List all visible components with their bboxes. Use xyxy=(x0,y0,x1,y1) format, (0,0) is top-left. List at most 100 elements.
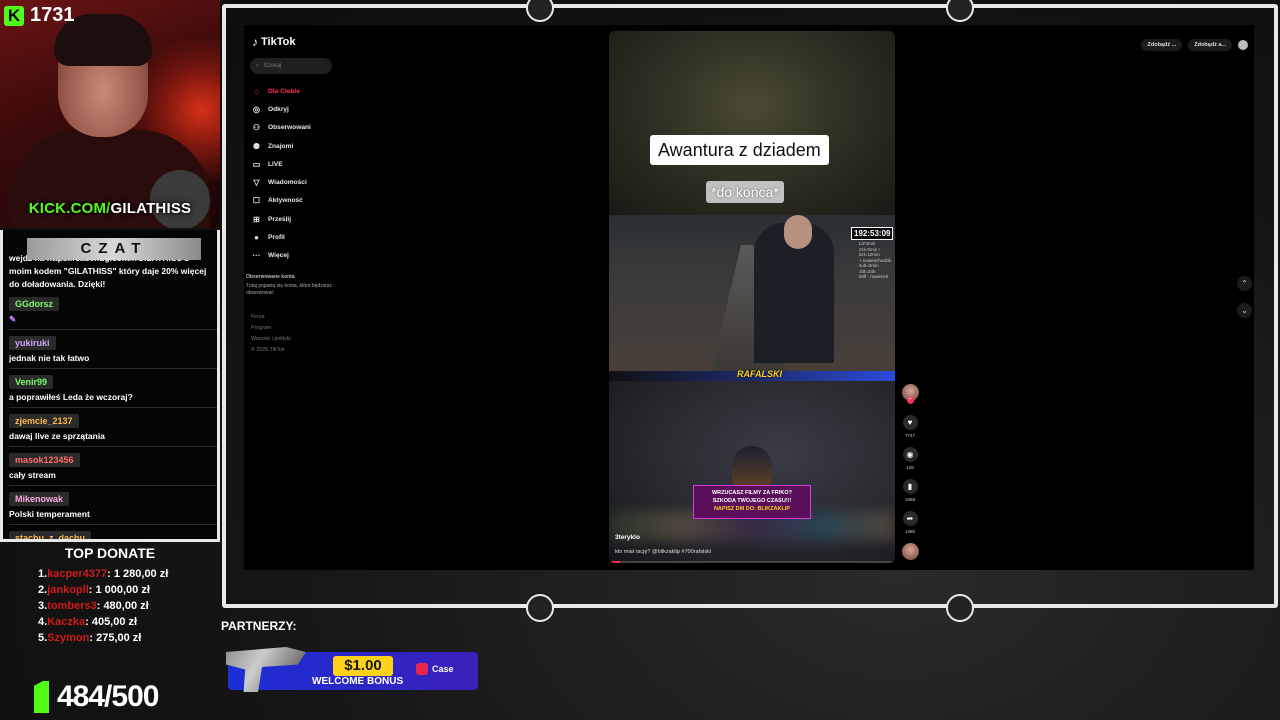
sound-disc-icon[interactable] xyxy=(901,543,919,560)
top-donate-list: 1.kacper4377: 1 280,00 zł 2.jankopll: 1 0… xyxy=(0,566,220,646)
chat-username[interactable]: stachu_z_dachu xyxy=(9,531,92,539)
share-icon: ➦ xyxy=(906,514,914,523)
sidebar-item-compass[interactable]: ◎ Odkryj xyxy=(252,100,311,118)
like-button[interactable]: ♥ xyxy=(902,415,918,430)
partners-label: PARTNERZY: xyxy=(221,619,297,633)
sidebar-item-label: Aktywność xyxy=(268,197,303,205)
chat-message-text: cały stream xyxy=(9,470,56,480)
chat-username[interactable]: zjemcie_2137 xyxy=(9,414,79,428)
donate-entry: 4.Kaczka: 405,00 zł xyxy=(38,614,220,630)
video-progress-fill xyxy=(609,561,621,563)
chevron-down-icon: ⌄ xyxy=(1241,306,1248,315)
casehug-logo-icon xyxy=(416,663,428,675)
get-coins-button[interactable]: Zdobądź ... xyxy=(1141,39,1183,51)
donate-amount: : 1 000,00 zł xyxy=(88,584,150,596)
next-video-button[interactable]: ⌄ xyxy=(1237,303,1252,318)
video-caption: kto miał rację? @blikzaklip #700rafalski xyxy=(615,549,712,555)
kick-follow-icon xyxy=(34,681,49,713)
video-man-head xyxy=(784,215,812,249)
sidebar-item-messages[interactable]: ▽ Wiadomości xyxy=(252,173,311,191)
upload-icon: ⊞ xyxy=(253,214,260,224)
followed-accounts-text: Tutaj pojawią się konta, które będziesz … xyxy=(246,283,332,296)
previous-video-button[interactable]: ⌃ xyxy=(1237,276,1252,291)
save-button[interactable]: ▮ xyxy=(902,479,918,494)
like-count: 7747 xyxy=(904,433,915,438)
sidebar-item-friends[interactable]: ⚉ Znajomi xyxy=(252,137,311,155)
sidebar-item-upload[interactable]: ⊞ Prześlij xyxy=(252,210,311,228)
tiktok-top-actions: Zdobądź ... Zdobądź a... xyxy=(1141,39,1248,51)
sidebar-item-label: Odkryj xyxy=(268,105,289,113)
followed-accounts-heading: Obserwowane konta xyxy=(246,274,295,280)
sidebar-item-label: Więcej xyxy=(268,252,289,260)
chat-username[interactable]: Mikenowak xyxy=(9,492,70,506)
video-subtitle: *do końca* xyxy=(706,181,784,203)
chat-message-text: a poprawiłeś Leda że wczoraj? xyxy=(9,392,133,402)
video-title: Awantura z dziadem xyxy=(650,135,829,165)
chat-username[interactable]: GGdorsz xyxy=(9,297,60,311)
sidebar-item-activity[interactable]: ☐ Aktywność xyxy=(252,192,311,210)
chat-message-text: dawaj live ze sprzątania xyxy=(9,431,105,441)
donate-rank: 3. xyxy=(38,600,48,612)
tiktok-browser-window: ♪ TikTok ⌕ Szukaj ⌂ Dla Ciebie ◎ Odkryj ⚇ Obs… xyxy=(244,25,1254,570)
chat-message: zjemcie_2137dawaj live ze sprzątania xyxy=(3,414,217,447)
donate-entry: 2.jankopll: 1 000,00 zł xyxy=(38,582,220,598)
sidebar-item-more[interactable]: ··· Więcej xyxy=(252,247,311,265)
sidebar-item-user-follow[interactable]: ⚇ Obserwowani xyxy=(252,119,311,137)
activity-icon: ☐ xyxy=(252,196,261,206)
sidebar-item-label: Profil xyxy=(268,234,285,242)
chat-message: stachu_z_dachuno tak xyxy=(3,531,217,539)
top-donate-panel: TOP DONATE 1.kacper4377: 1 280,00 zł 2.ja… xyxy=(0,545,220,646)
sidebar-item-label: Znajomi xyxy=(268,142,294,150)
tiktok-footer: Firma Program Warunki i polityki © 2026 Tik… xyxy=(251,312,291,356)
tiktok-sidebar-nav: ⌂ Dla Ciebie ◎ Odkryj ⚇ Obserwowani ⚉ Znajomi ▭ L… xyxy=(252,82,311,265)
tiktok-logo[interactable]: ♪ TikTok xyxy=(252,35,295,49)
profile-icon: ● xyxy=(254,233,259,243)
chat-message-text: Polski temperament xyxy=(9,509,90,519)
chat-username[interactable]: masok123456 xyxy=(9,453,80,467)
frame-logo-icon xyxy=(526,594,554,622)
viewer-counter: K 1731 xyxy=(4,4,75,27)
tiktok-note-icon: ♪ xyxy=(252,35,258,49)
creator-avatar[interactable]: + xyxy=(901,384,919,404)
home-icon: ⌂ xyxy=(254,86,259,96)
chat-message: yukiruki jednak nie tak łatwo xyxy=(3,336,217,369)
footer-link[interactable]: Warunki i polityki xyxy=(251,334,291,345)
sidebar-item-profile[interactable]: ● Profil xyxy=(252,228,311,246)
chat-message: Mikenowak Polski temperament xyxy=(3,492,217,525)
chat-username[interactable]: yukiruki xyxy=(9,336,56,350)
video-progress-bar[interactable] xyxy=(609,561,895,563)
footer-link[interactable]: Firma xyxy=(251,312,291,323)
chat-divider xyxy=(9,329,217,330)
video-player[interactable]: Awantura z dziadem *do końca* 192:53:09 … xyxy=(609,31,895,563)
compass-icon: ◎ xyxy=(253,104,260,114)
sidebar-item-label: Obserwowani xyxy=(268,124,311,132)
comment-button[interactable]: ◉ xyxy=(902,447,918,462)
share-button[interactable]: ➦ xyxy=(902,511,918,526)
get-app-button[interactable]: Zdobądź a... xyxy=(1188,39,1232,51)
sidebar-item-label: LIVE xyxy=(268,160,283,168)
chat-username[interactable]: Venir99 xyxy=(9,375,54,389)
chat-messages: wejdź na https://casehug.com/r/GILATHISS… xyxy=(3,252,217,539)
chat-message: GGdorsz ✎ xyxy=(3,297,217,330)
share-count: 1385 xyxy=(904,529,915,534)
follow-plus-icon[interactable]: + xyxy=(906,397,914,404)
followed-accounts-section: Obserwowane konta Tutaj pojawią się kont… xyxy=(246,274,336,297)
sidebar-item-home[interactable]: ⌂ Dla Ciebie xyxy=(252,82,311,100)
sidebar-item-label: Dla Ciebie xyxy=(268,87,300,95)
footer-link[interactable]: Program xyxy=(251,323,291,334)
user-avatar[interactable] xyxy=(1238,40,1248,50)
chat-message-list: GGdorsz ✎ yukiruki jednak nie tak łatwo Veni… xyxy=(3,297,217,539)
partner-brand: Case xyxy=(416,663,454,675)
chat-panel: CZAT wejdź na https://casehug.com/r/GILA… xyxy=(0,230,220,542)
user-follow-icon: ⚇ xyxy=(252,123,261,133)
sidebar-item-label: Wiadomości xyxy=(268,179,307,187)
search-input[interactable]: ⌕ Szukaj xyxy=(250,58,332,74)
comment-icon: ◉ xyxy=(906,450,914,459)
donate-amount: : 405,00 zł xyxy=(85,616,138,628)
sidebar-item-live[interactable]: ▭ LIVE xyxy=(252,155,311,173)
video-timer: 192:53:09 xyxy=(851,227,894,240)
video-author[interactable]: 3teryklo xyxy=(615,534,640,541)
donate-rank: 2. xyxy=(38,584,48,596)
donate-name: kacper4377 xyxy=(47,568,108,580)
top-donate-title: TOP DONATE xyxy=(64,545,156,561)
